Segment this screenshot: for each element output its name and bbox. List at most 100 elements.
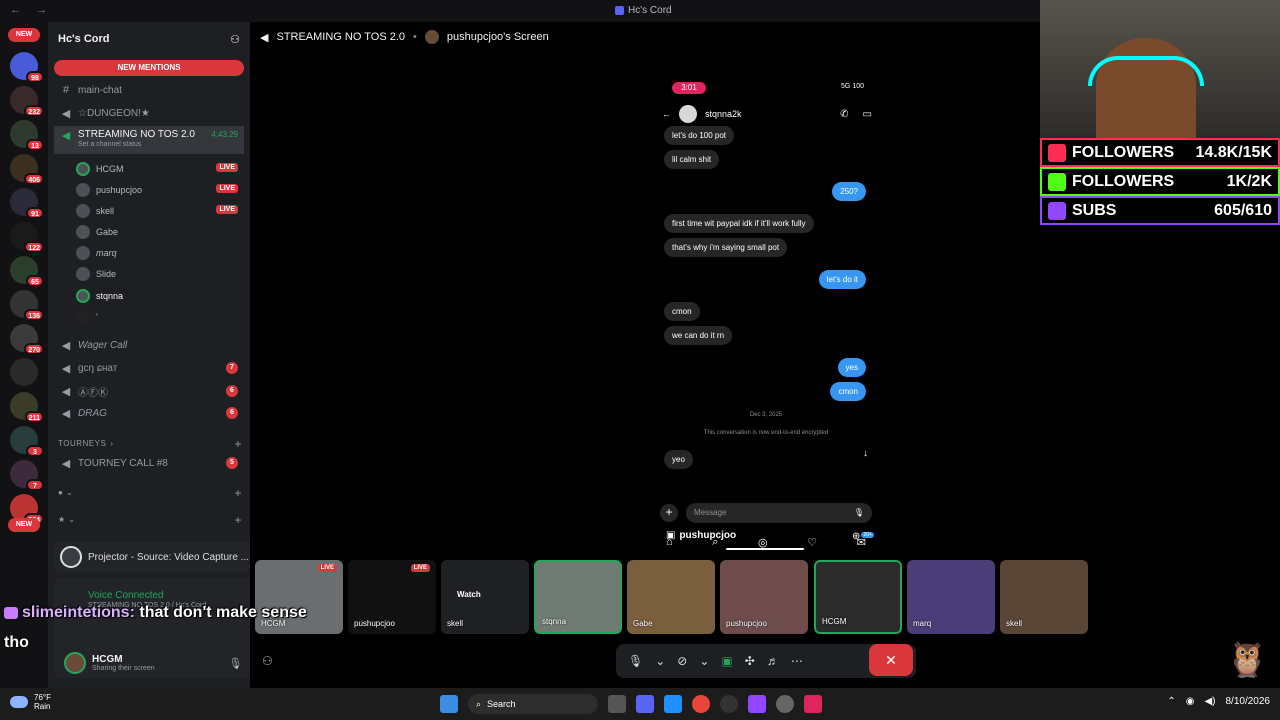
- add-friend-icon[interactable]: ⚇: [230, 33, 240, 46]
- server-icon[interactable]: 232: [10, 86, 44, 117]
- camera-off-icon[interactable]: ⊘: [677, 654, 687, 668]
- server-icon[interactable]: 211: [10, 392, 44, 423]
- add-channel-icon[interactable]: +: [234, 513, 242, 527]
- voice-user[interactable]: ': [76, 307, 244, 327]
- channel-wager-call[interactable]: ◀ Wager Call: [54, 335, 244, 355]
- mic-icon[interactable]: 🎙: [628, 654, 643, 668]
- participant-tile[interactable]: Gabe: [627, 560, 715, 634]
- settings-icon[interactable]: [776, 695, 794, 713]
- chevron-down-icon[interactable]: ⌄: [655, 654, 665, 668]
- participant-tile[interactable]: HCGM: [814, 560, 902, 634]
- user-info[interactable]: HCGM Sharing their screen: [92, 654, 155, 672]
- category-icon: ★ ⌄: [58, 515, 76, 524]
- chevron-up-icon[interactable]: ⌃: [1167, 696, 1175, 707]
- chevron-down-icon[interactable]: ⌄: [699, 654, 709, 668]
- twitch-app-icon[interactable]: [748, 695, 766, 713]
- server-icon[interactable]: 3: [10, 426, 44, 457]
- weather-widget[interactable]: 76°F Rain: [10, 693, 51, 711]
- network-icon[interactable]: ◉: [1186, 696, 1195, 707]
- soundboard-icon[interactable]: ♬: [767, 654, 779, 668]
- chrome-icon[interactable]: [692, 695, 710, 713]
- server-icon[interactable]: [10, 358, 38, 386]
- new-mentions-pill[interactable]: NEW MENTIONS: [54, 60, 244, 76]
- add-icon[interactable]: +: [660, 504, 678, 522]
- leave-call-button[interactable]: ✕: [869, 644, 913, 676]
- discord-icon[interactable]: [636, 695, 654, 713]
- mic-icon[interactable]: 🎙: [854, 503, 864, 523]
- server-icon[interactable]: 7: [10, 460, 44, 491]
- channel-dungeon[interactable]: ◀ ☆DUNGEON!★: [54, 103, 244, 123]
- voice-user[interactable]: Slide: [76, 264, 244, 284]
- new-pill[interactable]: NEW: [8, 518, 40, 532]
- participant-tile[interactable]: pushupcjoo: [720, 560, 808, 634]
- participant-tile[interactable]: LIVE HCGM: [255, 560, 343, 634]
- kick-icon: [1048, 172, 1066, 191]
- voice-user[interactable]: Gabe: [76, 222, 244, 242]
- phone-icon[interactable]: ✆: [840, 109, 848, 120]
- server-icon[interactable]: 270: [10, 324, 44, 355]
- activities-icon[interactable]: ✣: [745, 654, 755, 668]
- guild-header[interactable]: Hc's Cord ⚇: [48, 22, 250, 56]
- channel-streaming[interactable]: ◀ STREAMING NO TOS 2.0 Set a channel statu…: [54, 126, 244, 154]
- start-icon[interactable]: [440, 695, 458, 713]
- channel-afk[interactable]: ◀ ⒶⒻⓀ 6: [54, 381, 244, 401]
- voice-user[interactable]: stqnna: [76, 286, 244, 306]
- avatar[interactable]: [64, 652, 86, 674]
- new-pill[interactable]: NEW: [8, 28, 40, 42]
- edge-icon[interactable]: [664, 695, 682, 713]
- channel-main-chat[interactable]: # main-chat: [54, 80, 244, 100]
- participant-tile[interactable]: marq: [907, 560, 995, 634]
- e2e-notice: This conversation is now end-to-end encr…: [703, 430, 829, 436]
- taskbar-search[interactable]: ⌕ Search: [468, 694, 598, 714]
- add-channel-icon[interactable]: +: [234, 437, 242, 451]
- dm-contact[interactable]: stqnna2k: [705, 109, 742, 119]
- nav-arrows[interactable]: ← →: [10, 4, 53, 16]
- voice-status[interactable]: Voice Connected: [88, 590, 164, 601]
- stage-channel: STREAMING NO TOS 2.0: [276, 31, 406, 43]
- participant-tile[interactable]: LIVE pushupcjoo: [348, 560, 436, 634]
- participant-tile[interactable]: stqnna: [534, 560, 622, 634]
- channel-label: DRAG: [78, 407, 107, 419]
- task-view-icon[interactable]: [608, 695, 626, 713]
- server-icon[interactable]: 98: [10, 52, 44, 83]
- avatar[interactable]: [679, 105, 697, 123]
- message-input[interactable]: Message 🎙: [686, 503, 872, 523]
- participant-tile[interactable]: Watch skell: [441, 560, 529, 634]
- scroll-down-icon[interactable]: ↓: [863, 448, 868, 459]
- video-icon[interactable]: ▭: [863, 109, 872, 120]
- add-user-icon[interactable]: ⚇: [262, 654, 273, 668]
- heart-icon[interactable]: ♡: [807, 536, 817, 549]
- mic-icon[interactable]: 🎙: [228, 657, 242, 670]
- channel-status[interactable]: Set a channel status: [78, 141, 141, 148]
- server-icon[interactable]: 13: [10, 120, 44, 151]
- voice-user[interactable]: HCGM LIVE: [76, 159, 244, 179]
- zoom-icon[interactable]: ⊕: [852, 531, 860, 542]
- voice-user[interactable]: pushupcjoo LIVE: [76, 180, 244, 200]
- category-tourneys[interactable]: TOURNEYS › +: [58, 437, 242, 451]
- channel-tourney-call[interactable]: ◀ TOURNEY CALL #8 5: [54, 453, 244, 473]
- badge: 98: [26, 71, 44, 83]
- add-channel-icon[interactable]: +: [234, 486, 242, 500]
- obs-icon[interactable]: [720, 695, 738, 713]
- server-icon[interactable]: 136: [10, 290, 44, 321]
- more-icon[interactable]: ⋯: [791, 654, 803, 668]
- screen-share-icon[interactable]: ▣: [721, 654, 732, 668]
- category-collapsed[interactable]: ● ⌄ +: [58, 486, 242, 500]
- server-icon[interactable]: 122: [10, 222, 44, 253]
- participant-tile[interactable]: skell: [1000, 560, 1088, 634]
- back-arrow-icon[interactable]: ←: [662, 109, 671, 119]
- server-icon[interactable]: 406: [10, 154, 44, 185]
- channel-drag[interactable]: ◀ DRAG 6: [54, 403, 244, 423]
- badge: 232: [24, 105, 44, 117]
- watch-button[interactable]: Watch: [457, 590, 481, 599]
- volume-icon[interactable]: ◀): [1204, 696, 1215, 707]
- voice-user[interactable]: marq: [76, 243, 244, 263]
- speaker-icon: ◀: [61, 457, 71, 470]
- tiktok-app-icon[interactable]: [804, 695, 822, 713]
- voice-user[interactable]: skell LIVE: [76, 201, 244, 221]
- channel-gen-chat[interactable]: ◀ gcŋ ɕнат 7: [54, 358, 244, 378]
- server-icon[interactable]: 91: [10, 188, 44, 219]
- category-collapsed[interactable]: ★ ⌄ +: [58, 513, 242, 527]
- voice-channel-path[interactable]: STREAMING NO TOS 2.0 / Hc's Cord: [88, 602, 206, 609]
- server-icon[interactable]: 65: [10, 256, 44, 287]
